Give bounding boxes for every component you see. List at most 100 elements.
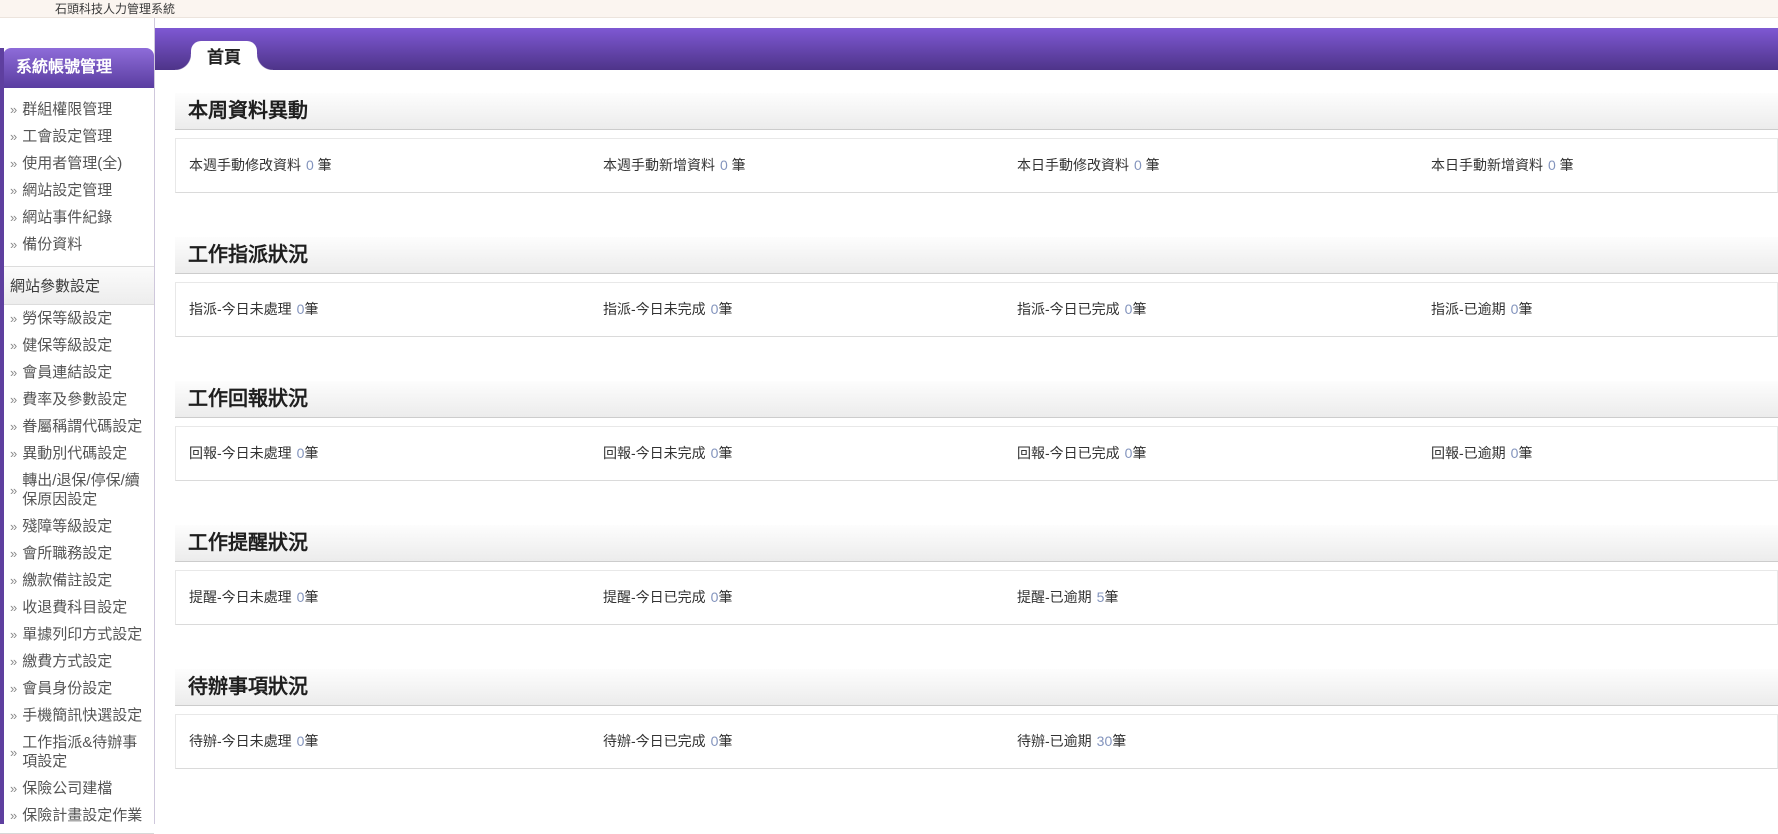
- stat-unit: 筆: [1518, 445, 1533, 461]
- topbar: 石頭科技人力管理系統: [0, 0, 1778, 18]
- sidebar-item-label: 會所職務設定: [22, 545, 113, 562]
- sidebar-item-label: 手機簡訊快選設定: [22, 707, 143, 724]
- stat-unit: 筆: [304, 589, 319, 605]
- sidebar-item[interactable]: » 勞保等級設定: [10, 305, 150, 332]
- sidebar-item-label: 費率及參數設定: [22, 391, 128, 408]
- sidebar-item[interactable]: » 繳款備註設定: [10, 567, 150, 594]
- tab-bar: 首頁: [155, 28, 1778, 70]
- main-sections: 本周資料異動 本週手動修改資料 0 筆本週手動新增資料 0 筆本日手動修改資料 0 筆本…: [155, 70, 1778, 769]
- stat-unit: 筆: [718, 445, 733, 461]
- stat-label: 提醒-今日已完成: [603, 589, 706, 605]
- chevron-marker-icon: »: [10, 311, 18, 326]
- stat-unit: 筆: [1555, 157, 1574, 173]
- stat-item: 本週手動修改資料 0 筆: [176, 139, 590, 192]
- stat-item: 提醒-今日已完成 0筆: [590, 571, 1004, 624]
- stat-label: 回報-今日未處理: [189, 445, 292, 461]
- sidebar-item[interactable]: » 使用者管理(全): [10, 150, 150, 177]
- stat-label: 待辦-今日未處理: [189, 733, 292, 749]
- sidebar-item[interactable]: » 轉出/退保/停保/續保原因設定: [10, 467, 150, 513]
- stat-label: 本日手動修改資料: [1017, 157, 1129, 173]
- sidebar-item-label: 轉出/退保/停保/續保原因設定: [22, 472, 140, 508]
- stat-unit: 筆: [313, 157, 332, 173]
- chevron-marker-icon: »: [10, 654, 18, 669]
- chevron-marker-icon: »: [10, 446, 18, 461]
- sidebar-item[interactable]: » 眷屬稱謂代碼設定: [10, 413, 150, 440]
- stat-item: 本日手動新增資料 0 筆: [1418, 139, 1777, 192]
- stat-label: 待辦-已逾期: [1017, 733, 1092, 749]
- stat-label: 指派-今日未完成: [603, 301, 706, 317]
- sidebar-item-label: 眷屬稱謂代碼設定: [22, 418, 143, 435]
- section-stats-row: 本週手動修改資料 0 筆本週手動新增資料 0 筆本日手動修改資料 0 筆本日手動新增資…: [175, 138, 1778, 193]
- sidebar-item[interactable]: » 殘障等級設定: [10, 513, 150, 540]
- sidebar-item[interactable]: » 健保等級設定: [10, 332, 150, 359]
- sidebar-item[interactable]: » 網站設定管理: [10, 177, 150, 204]
- chevron-marker-icon: »: [10, 546, 18, 561]
- sidebar-item[interactable]: » 單據列印方式設定: [10, 621, 150, 648]
- stat-unit: 筆: [1132, 301, 1147, 317]
- sidebar-item[interactable]: » 工作指派&待辦事項設定: [10, 729, 150, 775]
- dashboard-section: 待辦事項狀況 待辦-今日未處理 0筆 待辦-今日已完成 0筆 待辦-已逾期 30筆: [175, 669, 1778, 769]
- chevron-marker-icon: »: [10, 519, 18, 534]
- chevron-marker-icon: »: [10, 808, 18, 823]
- stat-item: 指派-今日已完成 0筆: [1004, 283, 1418, 336]
- tab-home-label: 首頁: [207, 48, 241, 67]
- chevron-marker-icon: »: [10, 573, 18, 588]
- stat-unit: 筆: [304, 445, 319, 461]
- stat-label: 回報-今日已完成: [1017, 445, 1120, 461]
- app-root: { "app": { "title": "石頭科技人力管理系統" }, "tab…: [0, 0, 1778, 834]
- sidebar-item[interactable]: » 異動別代碼設定: [10, 440, 150, 467]
- dashboard-section: 工作回報狀況 回報-今日未處理 0筆 回報-今日未完成 0筆 回報-今日已完成 0筆 回報-已…: [175, 381, 1778, 481]
- sidebar-group-header-params[interactable]: 網站參數設定: [0, 266, 154, 305]
- sidebar-item[interactable]: » 保險計畫設定作業: [10, 802, 150, 829]
- sidebar-item[interactable]: » 繳費方式設定: [10, 648, 150, 675]
- sidebar-item[interactable]: » 工會設定管理: [10, 123, 150, 150]
- stat-label: 本日手動新增資料: [1431, 157, 1543, 173]
- sidebar-item-label: 網站事件紀錄: [22, 209, 113, 226]
- sidebar-item-label: 工會設定管理: [22, 128, 113, 145]
- sidebar-item[interactable]: » 保險公司建檔: [10, 775, 150, 802]
- sidebar-item[interactable]: » 費率及參數設定: [10, 386, 150, 413]
- stat-item: 待辦-今日未處理 0筆: [176, 715, 590, 768]
- sidebar-item[interactable]: » 會所職務設定: [10, 540, 150, 567]
- stat-value-link[interactable]: 0: [306, 157, 314, 173]
- stat-value-link[interactable]: 0: [1548, 157, 1556, 173]
- stat-item: 本日手動修改資料 0 筆: [1004, 139, 1418, 192]
- stat-unit: 筆: [1141, 157, 1160, 173]
- sidebar-item-label: 會員連結設定: [22, 364, 113, 381]
- chevron-marker-icon: »: [10, 482, 18, 498]
- stat-item: 提醒-今日未處理 0筆: [176, 571, 590, 624]
- sidebar-item[interactable]: » 群組權限管理: [10, 96, 150, 123]
- stat-item: 指派-已逾期 0筆: [1418, 283, 1777, 336]
- sidebar-item-label: 使用者管理(全): [22, 155, 123, 172]
- sidebar-item-label: 單據列印方式設定: [22, 626, 143, 643]
- stat-value-link[interactable]: 0: [1134, 157, 1142, 173]
- section-stats-row: 待辦-今日未處理 0筆 待辦-今日已完成 0筆 待辦-已逾期 30筆: [175, 714, 1778, 769]
- stat-value-link[interactable]: 0: [720, 157, 728, 173]
- sidebar-item[interactable]: » 手機簡訊快選設定: [10, 702, 150, 729]
- sidebar-group-header-account[interactable]: 系統帳號管理: [3, 48, 154, 88]
- stat-item: 提醒-已逾期 5筆: [1004, 571, 1418, 624]
- stat-item: 本週手動新增資料 0 筆: [590, 139, 1004, 192]
- sidebar-item-label: 會員身份設定: [22, 680, 113, 697]
- stat-label: 本週手動修改資料: [189, 157, 301, 173]
- chevron-marker-icon: »: [10, 781, 18, 796]
- sidebar-item-label: 工作指派&待辦事項設定: [22, 734, 138, 770]
- stat-item: 待辦-已逾期 30筆: [1004, 715, 1418, 768]
- stat-value-link[interactable]: 30: [1097, 733, 1113, 749]
- stat-item: 待辦-今日已完成 0筆: [590, 715, 1004, 768]
- sidebar-item-label: 保險計畫設定作業: [22, 807, 143, 824]
- sidebar-item[interactable]: » 會員連結設定: [10, 359, 150, 386]
- section-title: 本周資料異動: [175, 93, 1778, 130]
- tab-home[interactable]: 首頁: [175, 41, 273, 70]
- section-title: 工作指派狀況: [175, 237, 1778, 274]
- main-area: 首頁 本周資料異動本週手動修改資料 0 筆 本週手動新增資料 0 筆本日手動修改資料 0…: [155, 18, 1778, 824]
- sidebar-item-label: 收退費科目設定: [22, 599, 128, 616]
- sidebar-item[interactable]: » 收退費科目設定: [10, 594, 150, 621]
- sidebar-item[interactable]: » 網站事件紀錄: [10, 204, 150, 231]
- chevron-marker-icon: »: [10, 708, 18, 723]
- chevron-marker-icon: »: [10, 419, 18, 434]
- sidebar-item[interactable]: » 會員身份設定: [10, 675, 150, 702]
- chevron-marker-icon: »: [10, 183, 18, 198]
- sidebar-item[interactable]: » 備份資料: [10, 231, 150, 258]
- chevron-marker-icon: »: [10, 392, 18, 407]
